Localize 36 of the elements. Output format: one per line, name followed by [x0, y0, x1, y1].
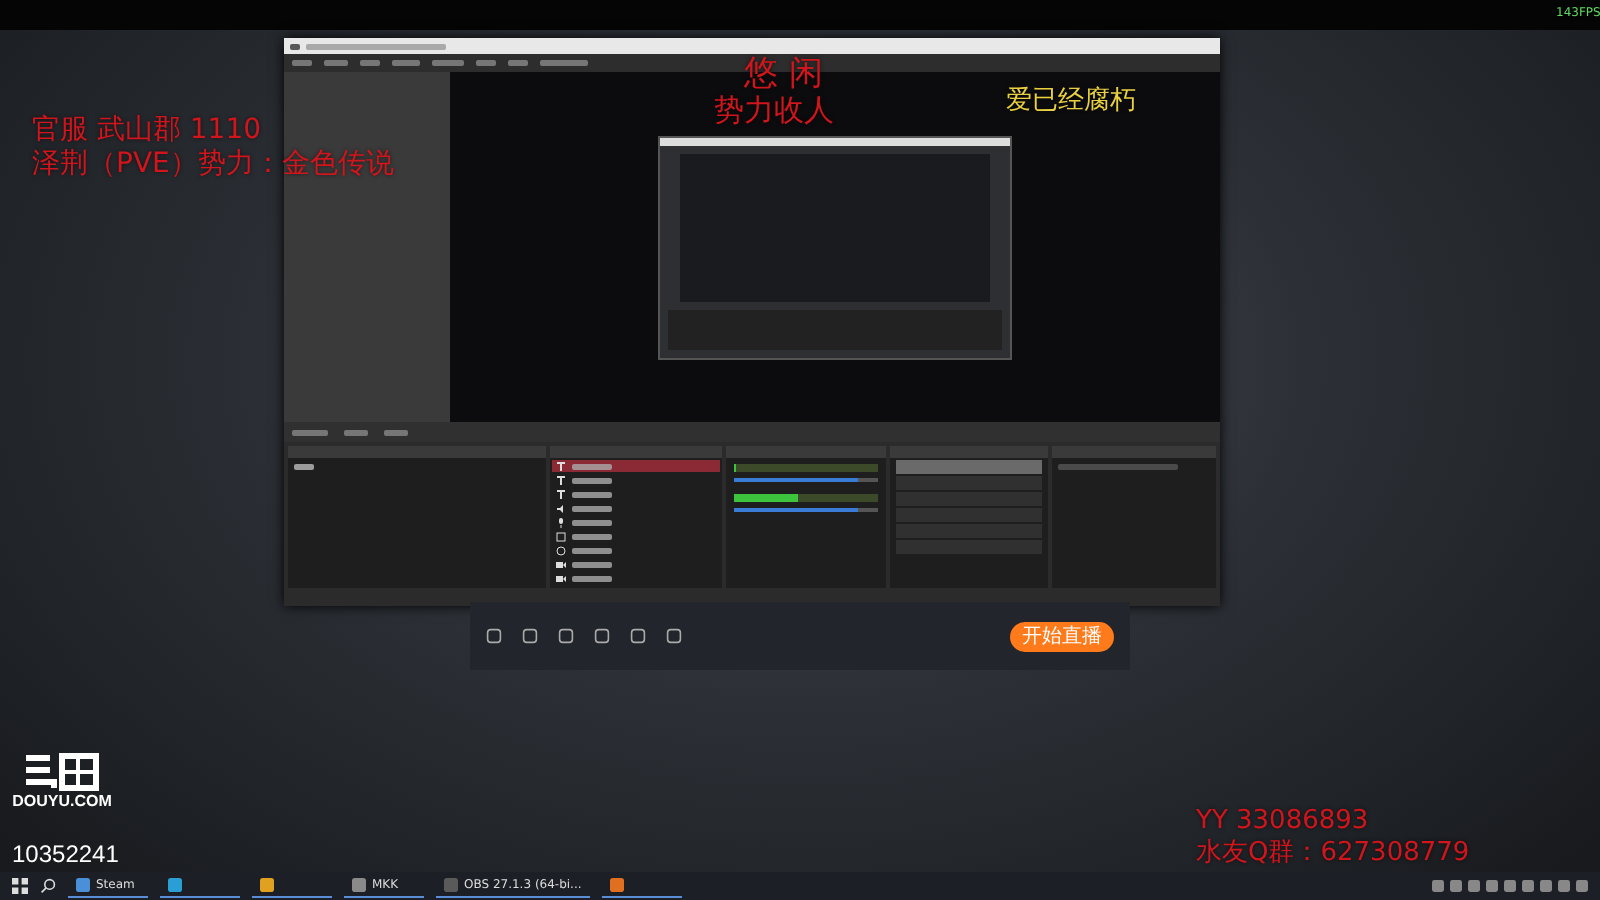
text-icon — [556, 461, 567, 471]
app-icon — [352, 878, 366, 892]
app-icon — [168, 878, 182, 892]
faction-text: 泽荆（PVE）势力：金色传说 — [32, 150, 394, 181]
taskbar-item[interactable] — [601, 874, 682, 898]
logo-mark-icon — [22, 752, 102, 792]
overlay-title: 悠 闲 — [744, 56, 823, 94]
app-icon — [609, 878, 624, 892]
taskbar-item[interactable] — [252, 874, 332, 898]
microphone-icon — [556, 517, 567, 527]
search-icon[interactable] — [40, 878, 56, 894]
tool-icon[interactable] — [486, 628, 502, 644]
tool-icon[interactable] — [594, 628, 610, 644]
image-icon — [556, 531, 567, 541]
room-number: 10352241 — [12, 840, 119, 868]
camera-icon — [556, 559, 567, 569]
app-icon — [260, 878, 274, 892]
text-icon — [556, 475, 567, 485]
clock-icon — [556, 545, 567, 555]
yy-text: YY 33086893 — [1196, 808, 1369, 837]
windows-start-icon[interactable] — [12, 878, 28, 894]
speaker-icon — [556, 503, 567, 513]
qq-group-text: 水友Q群：627308779 — [1196, 840, 1470, 869]
app-icon — [444, 878, 458, 892]
server-text: 官服 武山郡 1110 — [32, 116, 262, 147]
taskbar-item[interactable] — [160, 874, 240, 898]
tool-icon[interactable] — [522, 628, 538, 644]
tagline-text: 爱已经腐朽 — [1006, 88, 1136, 117]
logo-site-text: DOUYU.COM — [12, 792, 112, 810]
camera-icon — [556, 573, 567, 583]
tool-icon[interactable] — [666, 628, 682, 644]
tool-icon[interactable] — [630, 628, 646, 644]
overlay-subtitle: 势力收人 — [714, 94, 834, 127]
text-icon — [556, 489, 567, 499]
tool-icon[interactable] — [558, 628, 574, 644]
app-icon — [76, 878, 90, 892]
